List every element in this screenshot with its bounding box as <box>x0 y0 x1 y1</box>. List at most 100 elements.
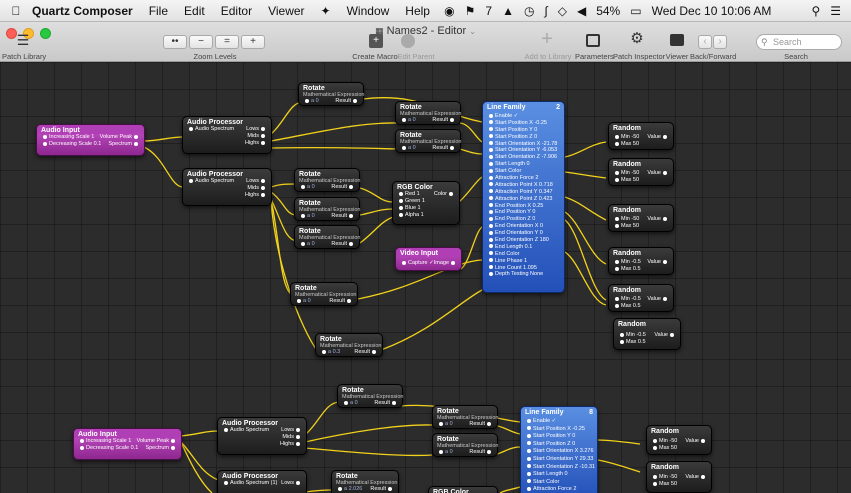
input-port[interactable] <box>527 464 531 469</box>
input-port[interactable] <box>489 265 493 270</box>
input-port[interactable] <box>43 134 47 139</box>
input-port[interactable] <box>489 216 493 221</box>
input-port[interactable] <box>527 471 531 476</box>
output-port[interactable] <box>670 332 674 337</box>
search-input[interactable]: ⚲ Search <box>756 34 842 50</box>
output-port[interactable] <box>261 192 265 197</box>
input-port[interactable] <box>653 438 657 443</box>
output-port[interactable] <box>349 213 353 218</box>
input-port[interactable] <box>322 349 326 354</box>
input-port[interactable] <box>489 251 493 256</box>
output-port[interactable] <box>171 445 175 450</box>
back-button[interactable]: ‹ <box>698 35 712 49</box>
input-port[interactable] <box>615 216 619 221</box>
input-port[interactable] <box>527 418 531 423</box>
rotate-patch[interactable]: Rotate Mathematical Expression a 0 Result <box>395 129 461 153</box>
input-port[interactable] <box>189 126 193 131</box>
input-port[interactable] <box>489 258 493 263</box>
audio-processor-patch[interactable]: Audio Processor Audio Spectrum Lows Mids … <box>217 417 307 455</box>
input-port[interactable] <box>653 481 657 486</box>
input-port[interactable] <box>489 154 493 159</box>
output-port[interactable] <box>663 259 667 264</box>
output-port[interactable] <box>347 298 351 303</box>
input-port[interactable] <box>399 198 403 203</box>
flag-icon[interactable]: ⚑ <box>465 4 476 18</box>
input-port[interactable] <box>615 134 619 139</box>
tools-icon[interactable]: ✦ <box>313 4 339 18</box>
eye-icon[interactable]: ◉ <box>444 4 454 18</box>
input-port[interactable] <box>489 244 493 249</box>
editor-canvas[interactable]: Audio Input Increasing Scale 1 Volume Pe… <box>0 62 851 493</box>
output-port[interactable] <box>296 441 300 446</box>
random-patch[interactable]: Random Min -50 Value Max 50 <box>608 158 674 186</box>
output-port[interactable] <box>261 185 265 190</box>
add-to-library-button[interactable]: + <box>538 29 556 49</box>
input-port[interactable] <box>615 259 619 264</box>
input-port[interactable] <box>402 117 406 122</box>
video-input-patch[interactable]: Video Input Capture ✓ Image <box>395 247 462 271</box>
output-port[interactable] <box>134 141 138 146</box>
input-port[interactable] <box>489 161 493 166</box>
input-port[interactable] <box>527 433 531 438</box>
viewer-button[interactable] <box>670 34 684 46</box>
input-port[interactable] <box>489 120 493 125</box>
output-port[interactable] <box>134 134 138 139</box>
badge-seven[interactable]: 7 <box>485 4 492 18</box>
input-port[interactable] <box>615 296 619 301</box>
input-port[interactable] <box>615 303 619 308</box>
output-port[interactable] <box>663 296 667 301</box>
random-patch[interactable]: Random Min -50 Value Max 50 <box>608 204 674 232</box>
audio-processor-patch[interactable]: Audio Processor Audio Spectrum Lows Mids … <box>182 168 272 206</box>
output-port[interactable] <box>487 421 491 426</box>
input-port[interactable] <box>224 427 228 432</box>
input-port[interactable] <box>301 213 305 218</box>
output-port[interactable] <box>296 480 300 485</box>
rotate-patch[interactable]: Rotate Mathematical Expression a 0 Result <box>294 225 360 249</box>
rotate-patch[interactable]: Rotate Mathematical Expression a 0 Result <box>395 101 461 125</box>
output-port[interactable] <box>663 216 667 221</box>
input-port[interactable] <box>399 205 403 210</box>
random-patch[interactable]: Random Min -0.5 Value Max 0.5 <box>608 284 674 312</box>
input-port[interactable] <box>489 196 493 201</box>
input-port[interactable] <box>489 189 493 194</box>
input-port[interactable] <box>527 486 531 491</box>
input-port[interactable] <box>489 182 493 187</box>
output-port[interactable] <box>449 191 453 196</box>
rotate-patch[interactable]: Rotate Mathematical Expression a 0 Result <box>337 384 403 408</box>
output-port[interactable] <box>261 178 265 183</box>
edit-parent-button[interactable] <box>401 34 415 48</box>
input-port[interactable] <box>399 191 403 196</box>
line-family-patch[interactable]: Line Family 2 Enable ✓ Start Position X -0… <box>482 101 565 293</box>
input-port[interactable] <box>80 438 84 443</box>
input-port[interactable] <box>615 170 619 175</box>
input-port[interactable] <box>439 421 443 426</box>
input-port[interactable] <box>653 474 657 479</box>
battery-percent[interactable]: 54% <box>596 4 620 18</box>
rotate-patch[interactable]: Rotate Mathematical Expression a 0.3 Resu… <box>315 333 383 357</box>
parameters-button[interactable] <box>586 34 600 47</box>
audio-input-patch[interactable]: Audio Input Increasing Scale 1 Volume Pe… <box>36 124 145 156</box>
input-port[interactable] <box>489 230 493 235</box>
rotate-patch[interactable]: Rotate Mathematical Expression a 0 Result <box>294 168 360 192</box>
input-port[interactable] <box>439 449 443 454</box>
input-port[interactable] <box>489 175 493 180</box>
notification-center-icon[interactable]: ☰ <box>830 4 841 18</box>
random-patch[interactable]: Random Min -0.5 Value Max 0.5 <box>608 247 674 275</box>
forward-button[interactable]: › <box>713 35 727 49</box>
output-port[interactable] <box>296 427 300 432</box>
zoom-out-button[interactable]: − <box>189 35 213 49</box>
random-patch[interactable]: Random Min -50 Value Max 50 <box>646 425 712 455</box>
rgb-color-patch[interactable]: RGB Color Red 1 Color Green 1 Blue 1 Alph… <box>392 181 460 225</box>
zoom-actual-button[interactable]: = <box>215 35 239 49</box>
line-family-patch[interactable]: Line Family 8 Enable ✓ Start Position X -0… <box>520 406 598 493</box>
input-port[interactable] <box>297 298 301 303</box>
output-port[interactable] <box>349 241 353 246</box>
zoom-in-button[interactable]: + <box>241 35 265 49</box>
audio-processor-patch[interactable]: Audio Processor Audio Spectrum (1) Lows <box>217 470 307 493</box>
rotate-patch[interactable]: Rotate Mathematical Expression a 0 Result <box>432 405 498 429</box>
input-port[interactable] <box>489 134 493 139</box>
rgb-color-patch[interactable]: RGB Color <box>428 486 498 493</box>
menu-app-name[interactable]: Quartz Composer <box>26 4 141 18</box>
output-port[interactable] <box>261 140 265 145</box>
input-port[interactable] <box>489 168 493 173</box>
